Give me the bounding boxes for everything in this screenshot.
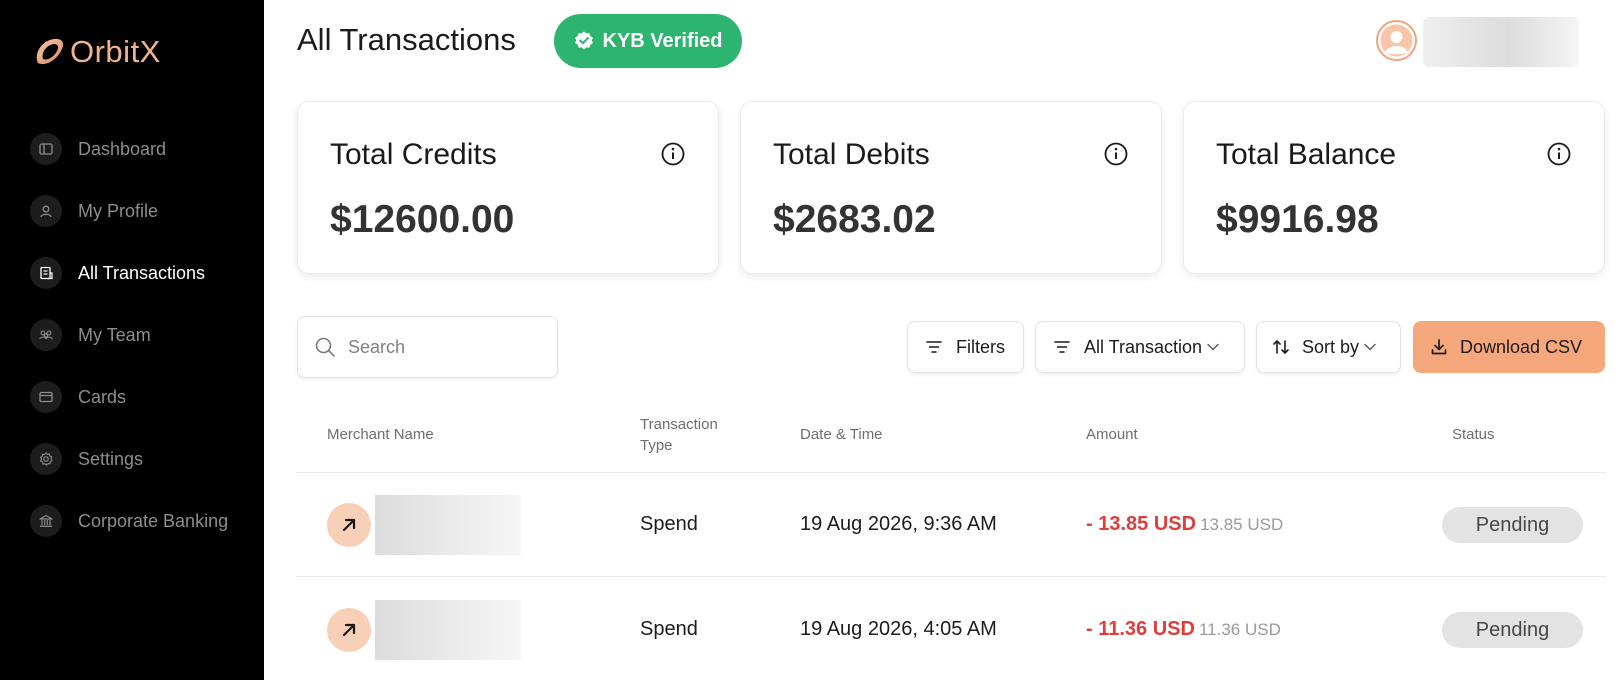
all-transaction-dropdown[interactable]: All Transaction bbox=[1035, 321, 1245, 373]
sidebar-item-label: Dashboard bbox=[78, 138, 167, 159]
status-badge: Pending bbox=[1442, 612, 1583, 648]
filter-icon bbox=[926, 341, 942, 353]
search-box bbox=[297, 316, 558, 378]
logo[interactable]: OrbitX bbox=[30, 32, 161, 72]
chevron-down-icon bbox=[1364, 343, 1376, 351]
card-value: $9916.98 bbox=[1216, 198, 1379, 241]
kyb-verified-badge: KYB Verified bbox=[554, 14, 742, 68]
transaction-amount: - 11.36 USD 11.36 USD bbox=[1086, 618, 1281, 641]
column-header-line: Type bbox=[640, 437, 673, 454]
merchant-name-redacted bbox=[375, 600, 521, 660]
sidebar-item-label: My Profile bbox=[78, 200, 159, 221]
verified-check-icon bbox=[575, 31, 594, 50]
info-icon[interactable] bbox=[1103, 141, 1129, 167]
sidebar-item-label: My Team bbox=[78, 324, 151, 345]
card-label: Total Credits bbox=[330, 138, 497, 171]
sidebar-item-label: Cards bbox=[78, 386, 127, 407]
sidebar-item-dashboard[interactable]: Dashboard bbox=[30, 133, 166, 165]
download-icon bbox=[1431, 339, 1447, 355]
sort-arrows-icon bbox=[1273, 340, 1289, 354]
sidebar-item-cards[interactable]: Cards bbox=[30, 381, 126, 413]
info-icon[interactable] bbox=[1546, 141, 1572, 167]
kyb-badge-label: KYB Verified bbox=[602, 29, 723, 52]
table-row[interactable]: Spend 19 Aug 2026, 9:36 AM - 13.85 USD 13… bbox=[296, 473, 1606, 577]
receipt-icon bbox=[30, 257, 62, 289]
user-icon bbox=[30, 195, 62, 227]
app: OrbitX Dashboard My Profile All Transact… bbox=[0, 0, 1620, 680]
column-header-merchant[interactable]: Merchant Name bbox=[327, 424, 434, 445]
bank-icon bbox=[30, 505, 62, 537]
sidebar-item-label: Corporate Banking bbox=[78, 510, 229, 531]
column-header-date-time[interactable]: Date & Time bbox=[800, 424, 883, 445]
status-badge: Pending bbox=[1442, 507, 1583, 543]
brand-name: OrbitX bbox=[70, 34, 161, 69]
orbitx-logo-icon bbox=[36, 38, 64, 65]
amount-value: - 13.85 USD bbox=[1086, 513, 1197, 535]
column-header-status[interactable]: Status bbox=[1452, 424, 1495, 445]
merchant-name-redacted bbox=[375, 495, 521, 555]
filter-icon bbox=[1054, 341, 1070, 353]
sort-label: Sort by bbox=[1302, 336, 1360, 357]
sidebar-item-all-transactions[interactable]: All Transactions bbox=[30, 257, 205, 289]
gear-icon bbox=[30, 443, 62, 475]
card-label: Total Debits bbox=[773, 138, 930, 171]
sidebar: OrbitX Dashboard My Profile All Transact… bbox=[0, 0, 264, 680]
table-row[interactable]: Spend 19 Aug 2026, 4:05 AM - 11.36 USD 11… bbox=[296, 578, 1606, 680]
sidebar-item-my-profile[interactable]: My Profile bbox=[30, 195, 158, 227]
sidebar-item-label: All Transactions bbox=[78, 262, 206, 283]
card-label: Total Balance bbox=[1216, 138, 1397, 171]
column-header-amount[interactable]: Amount bbox=[1086, 424, 1138, 445]
download-csv-button[interactable]: Download CSV bbox=[1413, 321, 1605, 373]
user-avatar-icon bbox=[1380, 24, 1413, 57]
sort-by-dropdown[interactable]: Sort by bbox=[1256, 321, 1401, 373]
total-balance-card: Total Balance $9916.98 bbox=[1183, 101, 1605, 274]
all-transaction-label: All Transaction bbox=[1084, 336, 1203, 357]
avatar[interactable] bbox=[1376, 20, 1417, 61]
card-value: $2683.02 bbox=[773, 198, 936, 241]
transaction-datetime: 19 Aug 2026, 4:05 AM bbox=[800, 618, 997, 640]
transaction-type: Spend bbox=[640, 618, 698, 640]
card-value: $12600.00 bbox=[330, 198, 515, 241]
download-csv-label: Download CSV bbox=[1460, 336, 1583, 357]
outgoing-arrow-icon bbox=[327, 608, 371, 652]
amount-value: - 11.36 USD bbox=[1086, 618, 1195, 640]
transaction-datetime: 19 Aug 2026, 9:36 AM bbox=[800, 513, 997, 535]
amount-original: 11.36 USD bbox=[1198, 620, 1281, 639]
sidebar-item-corporate-banking[interactable]: Corporate Banking bbox=[30, 505, 228, 537]
dashboard-icon bbox=[30, 133, 62, 165]
search-icon bbox=[315, 337, 335, 357]
page-title: All Transactions bbox=[297, 22, 516, 57]
filters-label: Filters bbox=[956, 336, 1005, 357]
outgoing-arrow-icon bbox=[327, 503, 371, 547]
column-header-transaction-type[interactable]: Transaction Type bbox=[640, 414, 718, 456]
amount-original: 13.85 USD bbox=[1200, 515, 1284, 534]
filters-button[interactable]: Filters bbox=[907, 321, 1024, 373]
transaction-amount: - 13.85 USD 13.85 USD bbox=[1086, 513, 1283, 536]
sidebar-item-my-team[interactable]: My Team bbox=[30, 319, 151, 351]
chevron-down-icon bbox=[1207, 343, 1219, 351]
total-debits-card: Total Debits $2683.02 bbox=[740, 101, 1162, 274]
info-icon[interactable] bbox=[660, 141, 686, 167]
card-icon bbox=[30, 381, 62, 413]
column-header-line: Transaction bbox=[640, 416, 718, 433]
user-name-redacted bbox=[1423, 17, 1579, 67]
sidebar-item-label: Settings bbox=[78, 448, 144, 469]
sidebar-item-settings[interactable]: Settings bbox=[30, 443, 143, 475]
total-credits-card: Total Credits $12600.00 bbox=[297, 101, 719, 274]
search-input[interactable] bbox=[348, 336, 538, 358]
transaction-type: Spend bbox=[640, 513, 698, 535]
team-icon bbox=[30, 319, 62, 351]
